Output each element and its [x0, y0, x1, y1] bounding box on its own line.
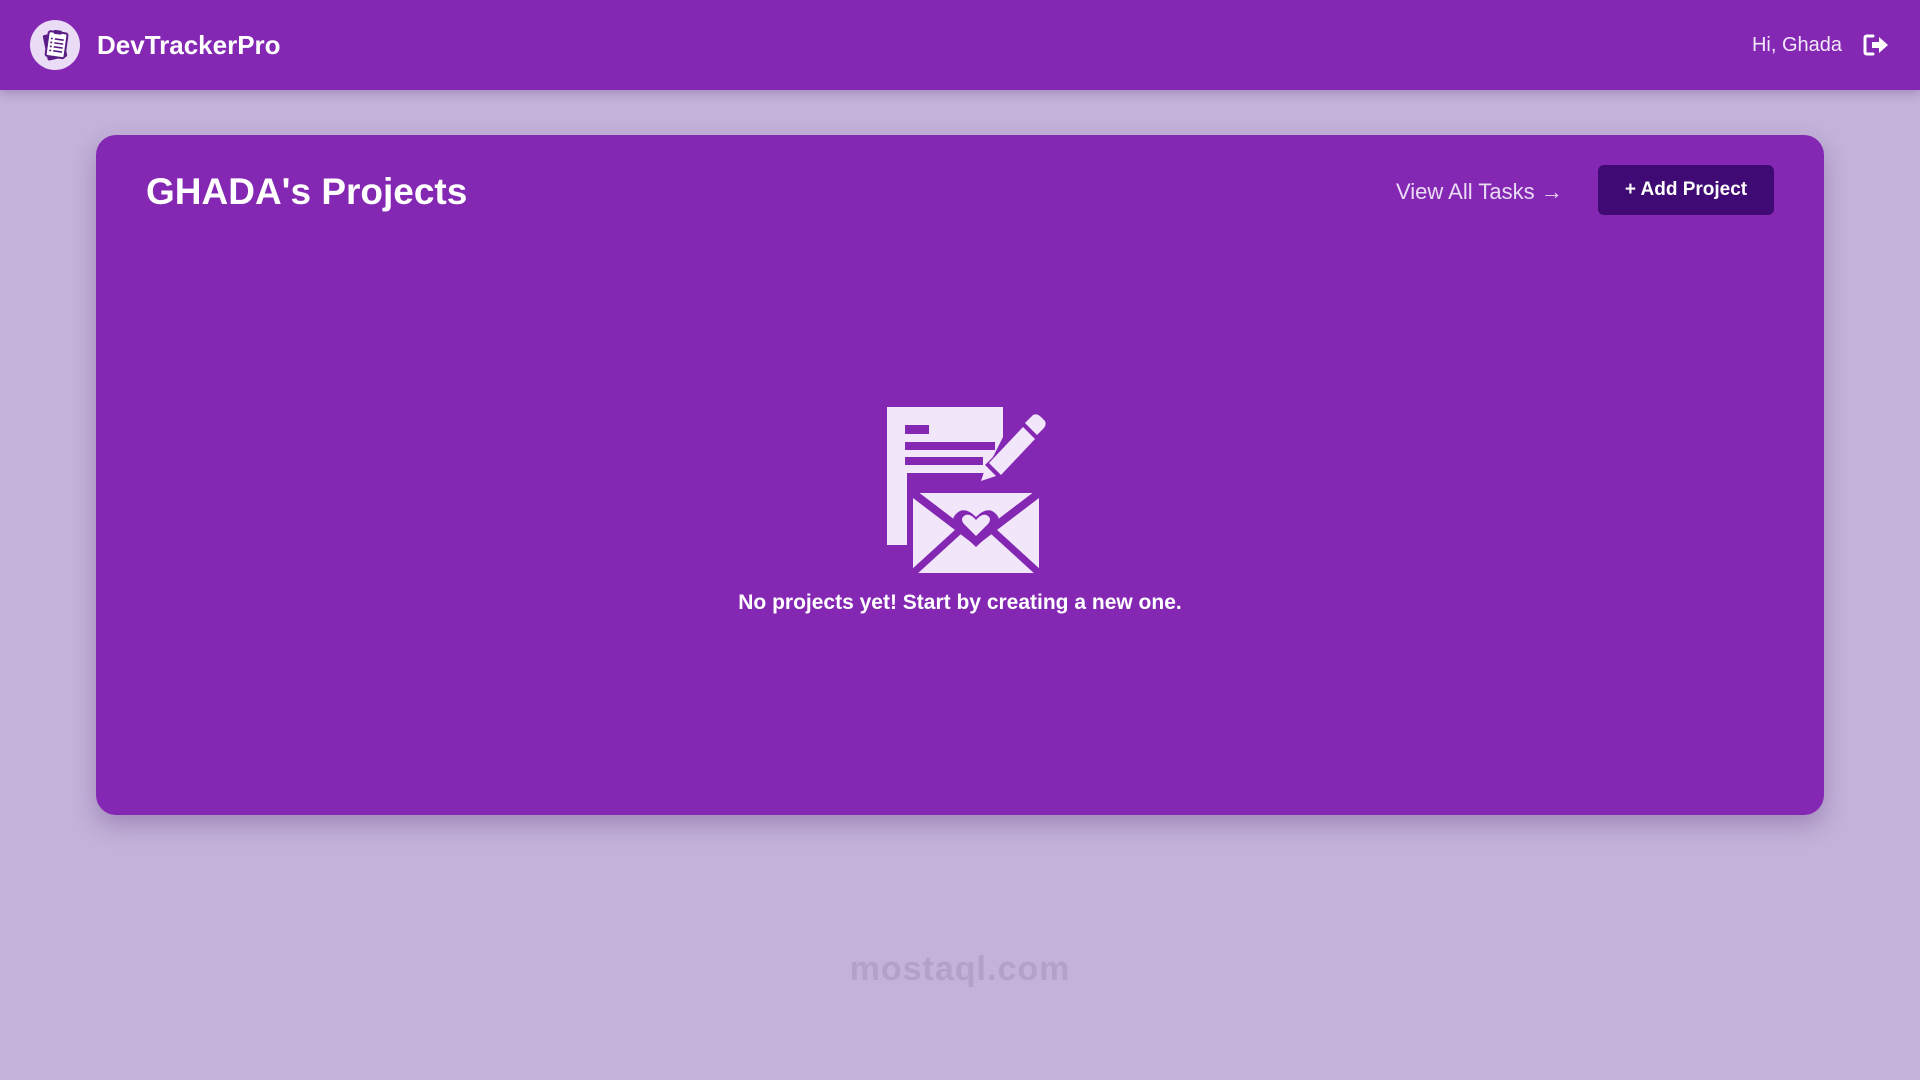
empty-state-message: No projects yet! Start by creating a new… [738, 591, 1182, 614]
user-area: Hi, Ghada [1752, 31, 1890, 59]
user-greeting: Hi, Ghada [1751, 33, 1842, 56]
brand[interactable]: DevTrackerPro [30, 20, 281, 70]
projects-panel: GHADA's Projects View All Tasks → + Add … [96, 135, 1824, 815]
add-project-button[interactable]: + Add Project [1598, 165, 1774, 215]
sign-out-icon[interactable] [1862, 31, 1890, 59]
page-title: GHADA's Projects [146, 171, 468, 212]
empty-state: No projects yet! Start by creating a new… [96, 405, 1824, 615]
app-name: DevTrackerPro [97, 29, 281, 60]
watermark: mostaql.com [849, 950, 1071, 988]
view-all-tasks-link[interactable]: View All Tasks → [1396, 179, 1563, 205]
top-navbar: DevTrackerPro Hi, Ghada [0, 0, 1920, 90]
document-with-pencil-and-heart-envelope-icon [887, 407, 1046, 575]
clipboard-checklist-icon [30, 20, 80, 70]
